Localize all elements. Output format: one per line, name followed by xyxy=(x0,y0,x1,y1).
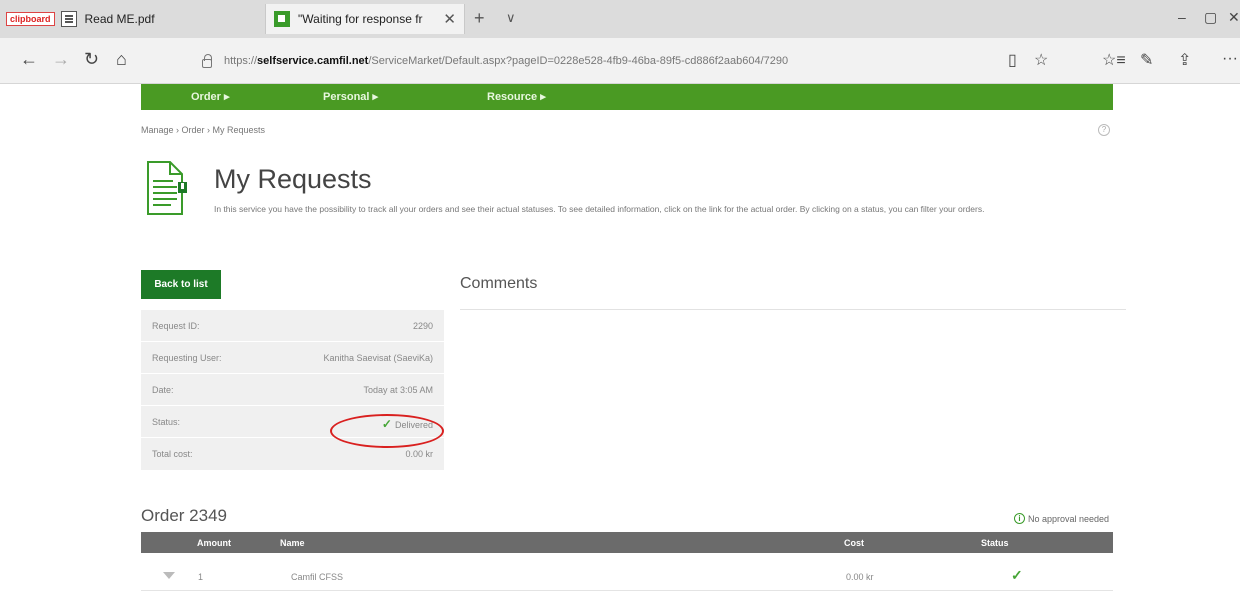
tab-label: "Waiting for response fr xyxy=(298,12,423,26)
pen-icon[interactable]: ✎ xyxy=(1140,50,1153,70)
reading-view-icon[interactable]: ▯ xyxy=(1008,50,1017,70)
url-domain: selfservice.camfil.net xyxy=(257,55,369,67)
date-value: Today at 3:05 AM xyxy=(363,385,433,395)
share-icon[interactable]: ⇪ xyxy=(1178,50,1191,70)
home-icon[interactable]: ⌂ xyxy=(116,49,127,70)
forward-button-icon[interactable]: → xyxy=(52,49,70,70)
detail-row-date: Date: Today at 3:05 AM xyxy=(141,374,444,406)
favorites-hub-icon[interactable]: ☆≡ xyxy=(1102,50,1126,70)
breadcrumb[interactable]: Manage › Order › My Requests xyxy=(141,125,265,135)
total-cost-value: 0.00 kr xyxy=(405,449,433,459)
tab-read-me-pdf[interactable]: clipboard "Waiting for response fr Read … xyxy=(6,4,256,34)
detail-label: Total cost: xyxy=(152,449,193,459)
red-highlight-ellipse xyxy=(330,414,444,448)
detail-label: Status: xyxy=(152,417,181,427)
menu-item-resource[interactable]: Resource ▸ xyxy=(487,90,546,103)
browser-tab-bar: clipboard "Waiting for response fr Read … xyxy=(0,0,1240,38)
url-prefix: https:// xyxy=(224,55,258,67)
clipboard-badge[interactable]: clipboard xyxy=(6,12,55,26)
detail-label: Date: xyxy=(152,385,174,395)
close-tab-icon[interactable]: ✕ xyxy=(443,10,456,28)
page-description: In this service you have the possibility… xyxy=(214,204,985,214)
approval-status: i No approval needed xyxy=(1014,513,1109,524)
requesting-user-value: Kanitha Saevisat (SaeviKa) xyxy=(323,353,433,363)
approval-text: No approval needed xyxy=(1028,513,1110,524)
menu-item-order[interactable]: Order ▸ xyxy=(191,90,230,103)
minimize-button[interactable]: – xyxy=(1178,9,1186,25)
info-icon: i xyxy=(1014,513,1025,524)
browser-nav-bar: ← → ↻ ⌂ https:// selfservice.camfil.net … xyxy=(0,38,1240,84)
detail-row-request-id: Request ID: 2290 xyxy=(141,310,444,342)
close-window-button[interactable]: ✕ xyxy=(1228,9,1240,26)
new-tab-button[interactable]: + xyxy=(474,8,485,29)
main-menu-bar: Order ▸ Personal ▸ Resource ▸ xyxy=(141,84,1113,110)
order-table-header: Amount Name Cost Status xyxy=(141,532,1113,553)
row-cost: 0.00 kr xyxy=(846,572,874,582)
maximize-button[interactable]: ▢ xyxy=(1204,9,1217,26)
refresh-icon[interactable]: ↻ xyxy=(84,49,99,70)
back-button-icon[interactable]: ← xyxy=(20,49,38,70)
lock-icon xyxy=(202,53,212,68)
back-to-list-button[interactable]: Back to list xyxy=(141,270,221,299)
order-heading: Order 2349 xyxy=(141,506,227,525)
document-list-icon xyxy=(147,161,187,215)
expand-chevron-icon[interactable] xyxy=(163,572,175,579)
url-path: /ServiceMarket/Default.aspx?pageID=0228e… xyxy=(368,55,789,67)
address-bar[interactable]: https:// selfservice.camfil.net /Service… xyxy=(150,46,1000,76)
favorite-star-icon[interactable]: ☆ xyxy=(1034,50,1048,70)
help-icon[interactable]: ? xyxy=(1098,124,1110,136)
column-header-amount: Amount xyxy=(197,538,231,548)
tab-list-chevron-icon[interactable]: ∨ xyxy=(506,10,516,26)
comments-divider xyxy=(460,309,1126,310)
column-header-cost: Cost xyxy=(844,538,864,548)
request-id-value: 2290 xyxy=(412,321,433,331)
tab-waiting-for-response[interactable]: "Waiting for response fr ✕ xyxy=(265,4,465,34)
comments-heading: Comments xyxy=(460,275,538,292)
more-icon[interactable]: ··· xyxy=(1222,50,1238,68)
page-title: My Requests xyxy=(214,164,372,194)
row-amount: 1 xyxy=(198,572,204,582)
tab-label: Read ME.pdf xyxy=(84,12,155,26)
table-row[interactable]: 1 Camfil CFSS 0.00 kr ✓ xyxy=(141,561,1113,591)
detail-row-requesting-user: Requesting User: Kanitha Saevisat (Saevi… xyxy=(141,342,444,374)
detail-label: Requesting User: xyxy=(152,353,222,363)
row-status-checkmark-icon: ✓ xyxy=(1011,567,1023,583)
column-header-status: Status xyxy=(981,538,1009,548)
menu-item-personal[interactable]: Personal ▸ xyxy=(323,90,378,103)
site-favicon-icon xyxy=(274,11,290,27)
document-icon xyxy=(60,11,77,27)
row-name: Camfil CFSS xyxy=(291,572,344,582)
detail-label: Request ID: xyxy=(152,321,200,331)
column-header-name: Name xyxy=(280,538,305,548)
